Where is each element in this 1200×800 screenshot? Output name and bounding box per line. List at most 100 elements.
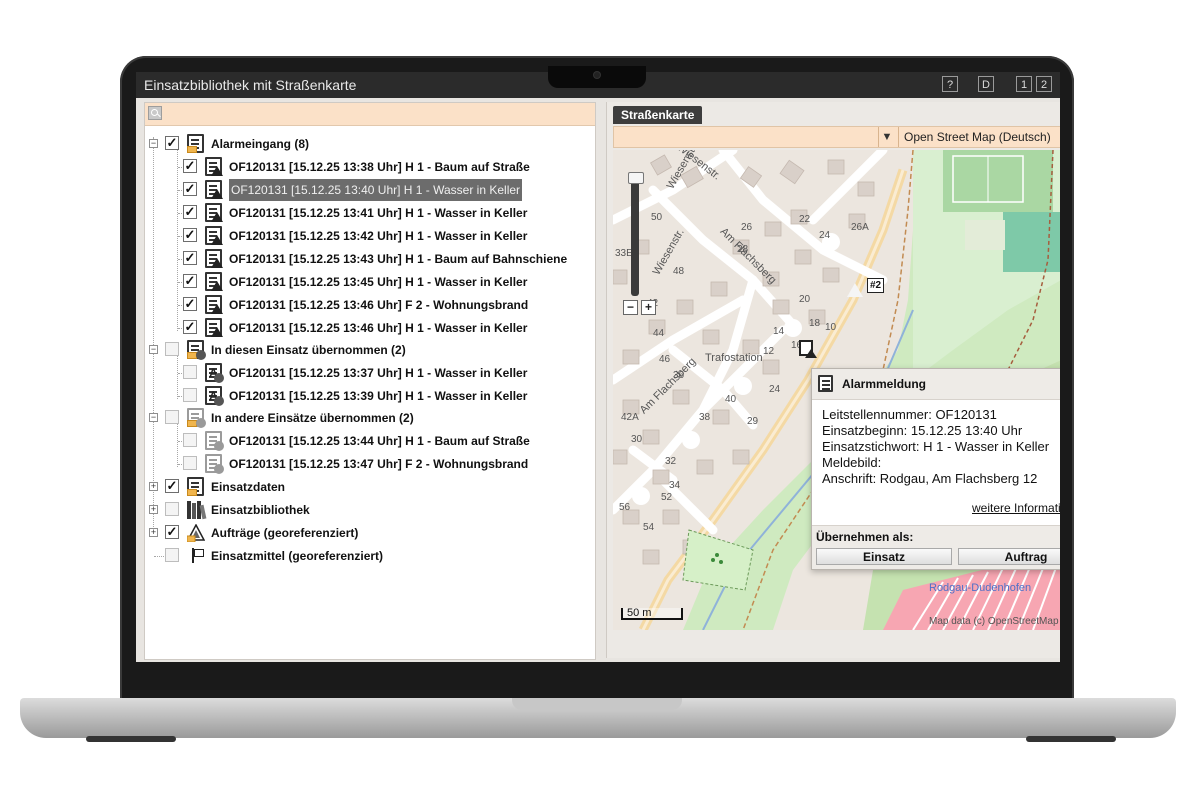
alarm-map-marker-icon[interactable] xyxy=(799,340,817,358)
item-checkbox[interactable]: ✓ xyxy=(183,205,197,219)
node-checkbox[interactable] xyxy=(165,502,179,516)
tree-node-auftraege[interactable]: + ✓ Aufträge (georeferenziert) xyxy=(145,522,595,544)
collapse-toggle[interactable]: − xyxy=(149,413,158,422)
tab-strassenkarte[interactable]: Straßenkarte xyxy=(613,106,703,124)
tree-item[interactable]: ✓ OF120131 [15.12.25 13:45 Uhr] H 1 - Wa… xyxy=(145,271,595,293)
tree-item[interactable]: ✓ OF120131 [15.12.25 13:38 Uhr] H 1 - Ba… xyxy=(145,156,595,178)
tree-item[interactable]: ✓ OF120131 [15.12.25 13:43 Uhr] H 1 - Ba… xyxy=(145,248,595,270)
item-checkbox[interactable] xyxy=(183,433,197,447)
search-bar[interactable] xyxy=(145,103,595,126)
tree-group-uebernommen[interactable]: − In diesen Einsatz übernommen (2) xyxy=(145,339,595,361)
group-checkbox[interactable]: ✓ xyxy=(165,136,179,150)
item-label: OF120131 [15.12.25 13:45 Uhr] H 1 - Wass… xyxy=(229,275,528,289)
zoom-slider-track[interactable] xyxy=(631,176,639,296)
house-number: 20 xyxy=(799,294,811,305)
detail-line: Meldebild: xyxy=(822,455,882,470)
search-icon[interactable] xyxy=(148,106,162,120)
house-number: 42A xyxy=(621,412,639,423)
zoom-in-button[interactable]: + xyxy=(641,300,656,315)
house-number: 12 xyxy=(763,346,775,357)
house-number: 22 xyxy=(799,214,811,225)
camera-icon xyxy=(594,72,600,78)
tree-item-selected[interactable]: ✓ OF120131 [15.12.25 13:40 Uhr] H 1 - Wa… xyxy=(145,179,595,201)
alarm-warning-icon xyxy=(205,226,223,245)
tree-node-einsatzdaten[interactable]: + ✓ Einsatzdaten xyxy=(145,476,595,498)
take-over-label: Übernehmen als: xyxy=(816,530,914,544)
node-checkbox[interactable] xyxy=(165,548,179,562)
house-number: 18 xyxy=(809,318,821,329)
map-source-select[interactable]: Open Street Map (Deutsch) xyxy=(898,127,1051,147)
tree-item[interactable]: A OF120131 [15.12.25 13:37 Uhr] H 1 - Wa… xyxy=(145,362,595,384)
house-number: 40 xyxy=(725,394,737,405)
item-checkbox[interactable]: ✓ xyxy=(183,182,197,196)
other-alarm-icon xyxy=(205,454,224,474)
detail-line: Einsatzstichwort: H 1 - Wasser in Keller xyxy=(822,439,1050,454)
node-label: Einsatzmittel (georeferenziert) xyxy=(211,549,384,563)
node-checkbox[interactable]: ✓ xyxy=(165,525,179,539)
item-checkbox[interactable] xyxy=(183,365,197,379)
layout-1-button[interactable]: 1 xyxy=(1016,76,1032,92)
map-pane: Straßenkarte ▼ Open Street Map (Deutsch) xyxy=(606,102,1060,658)
tree-item[interactable]: OF120131 [15.12.25 13:47 Uhr] F 2 - Wohn… xyxy=(145,453,595,475)
expand-toggle[interactable]: + xyxy=(149,528,158,537)
map-source-dropdown-arrow[interactable]: ▼ xyxy=(878,127,895,147)
group-label: Alarmeingang (8) xyxy=(211,137,310,151)
inactive-alarm-marker-icon[interactable] xyxy=(847,283,863,297)
item-label: OF120131 [15.12.25 13:39 Uhr] H 1 - Wass… xyxy=(229,389,528,403)
item-checkbox[interactable] xyxy=(183,456,197,470)
group-checkbox[interactable] xyxy=(165,342,179,356)
zoom-slider-handle[interactable] xyxy=(628,172,644,184)
alarm-popup: Alarmmeldung Leitstellennummer: OF120131… xyxy=(811,368,1060,570)
house-number: 10 xyxy=(825,322,837,333)
group-label: In andere Einsätze übernommen (2) xyxy=(211,411,414,425)
group-label: In diesen Einsatz übernommen (2) xyxy=(211,343,406,357)
display-button[interactable]: D xyxy=(978,76,994,92)
node-label: Aufträge (georeferenziert) xyxy=(211,526,359,540)
layout-2-button[interactable]: 2 xyxy=(1036,76,1052,92)
item-checkbox[interactable] xyxy=(183,388,197,402)
tree-node-einsatzmittel[interactable]: Einsatzmittel (georeferenziert) xyxy=(145,545,595,567)
tree-item[interactable]: A OF120131 [15.12.25 13:39 Uhr] H 1 - Wa… xyxy=(145,385,595,407)
tree-item[interactable]: OF120131 [15.12.25 13:44 Uhr] H 1 - Baum… xyxy=(145,430,595,452)
tree-node-einsatzbibliothek[interactable]: + Einsatzbibliothek xyxy=(145,499,595,521)
alarm-warning-icon xyxy=(205,180,223,199)
tree-item[interactable]: ✓ OF120131 [15.12.25 13:42 Uhr] H 1 - Wa… xyxy=(145,225,595,247)
item-checkbox[interactable]: ✓ xyxy=(183,159,197,173)
tree-item[interactable]: ✓ OF120131 [15.12.25 13:46 Uhr] F 2 - Wo… xyxy=(145,294,595,316)
alarm-document-icon xyxy=(818,375,833,392)
expand-toggle[interactable]: + xyxy=(149,482,158,491)
item-checkbox[interactable]: ✓ xyxy=(183,297,197,311)
house-number: 24 xyxy=(769,384,781,395)
tree-item[interactable]: ✓ OF120131 [15.12.25 13:41 Uhr] H 1 - Wa… xyxy=(145,202,595,224)
orders-icon xyxy=(187,524,205,542)
node-checkbox[interactable]: ✓ xyxy=(165,479,179,493)
item-checkbox[interactable]: ✓ xyxy=(183,251,197,265)
map-attribution: Map data (c) OpenStreetMap ( xyxy=(929,616,1060,627)
help-button[interactable]: ? xyxy=(942,76,958,92)
house-number: 48 xyxy=(673,266,685,277)
tree-item[interactable]: ✓ OF120131 [15.12.25 13:46 Uhr] H 1 - Wa… xyxy=(145,317,595,339)
zoom-out-button[interactable]: − xyxy=(623,300,638,315)
item-checkbox[interactable]: ✓ xyxy=(183,228,197,242)
group-checkbox[interactable] xyxy=(165,410,179,424)
street-map[interactable]: Wiesenstr. Wiesenstr. Wiesenstr. Am Flac… xyxy=(613,150,1060,630)
take-over-einsatz-button[interactable]: Einsatz xyxy=(816,548,952,565)
expand-toggle[interactable]: + xyxy=(149,505,158,514)
order-marker[interactable]: #2 xyxy=(867,278,885,293)
item-checkbox[interactable]: ✓ xyxy=(183,274,197,288)
collapse-toggle[interactable]: − xyxy=(149,139,158,148)
house-number: 54 xyxy=(643,522,655,533)
tree-group-alarmeingang[interactable]: − ✓ Alarmeingang (8) xyxy=(145,133,595,155)
house-number: 30 xyxy=(631,434,643,445)
item-label: OF120131 [15.12.25 13:41 Uhr] H 1 - Wass… xyxy=(229,206,528,220)
collapse-toggle[interactable]: − xyxy=(149,345,158,354)
more-info-link[interactable]: weitere Informati xyxy=(972,501,1060,515)
detail-line: Anschrift: Rodgau, Am Flachsberg 12 xyxy=(822,471,1038,486)
node-label: Einsatzdaten xyxy=(211,480,286,494)
take-over-auftrag-button[interactable]: Auftrag xyxy=(958,548,1060,565)
laptop-frame: Einsatzbibliothek mit Straßenkarte ? D 1… xyxy=(0,0,1200,800)
item-checkbox[interactable]: ✓ xyxy=(183,320,197,334)
item-label: OF120131 [15.12.25 13:44 Uhr] H 1 - Baum… xyxy=(229,434,530,448)
tree-group-andere[interactable]: − In andere Einsätze übernommen (2) xyxy=(145,407,595,429)
house-number: 46 xyxy=(659,354,671,365)
